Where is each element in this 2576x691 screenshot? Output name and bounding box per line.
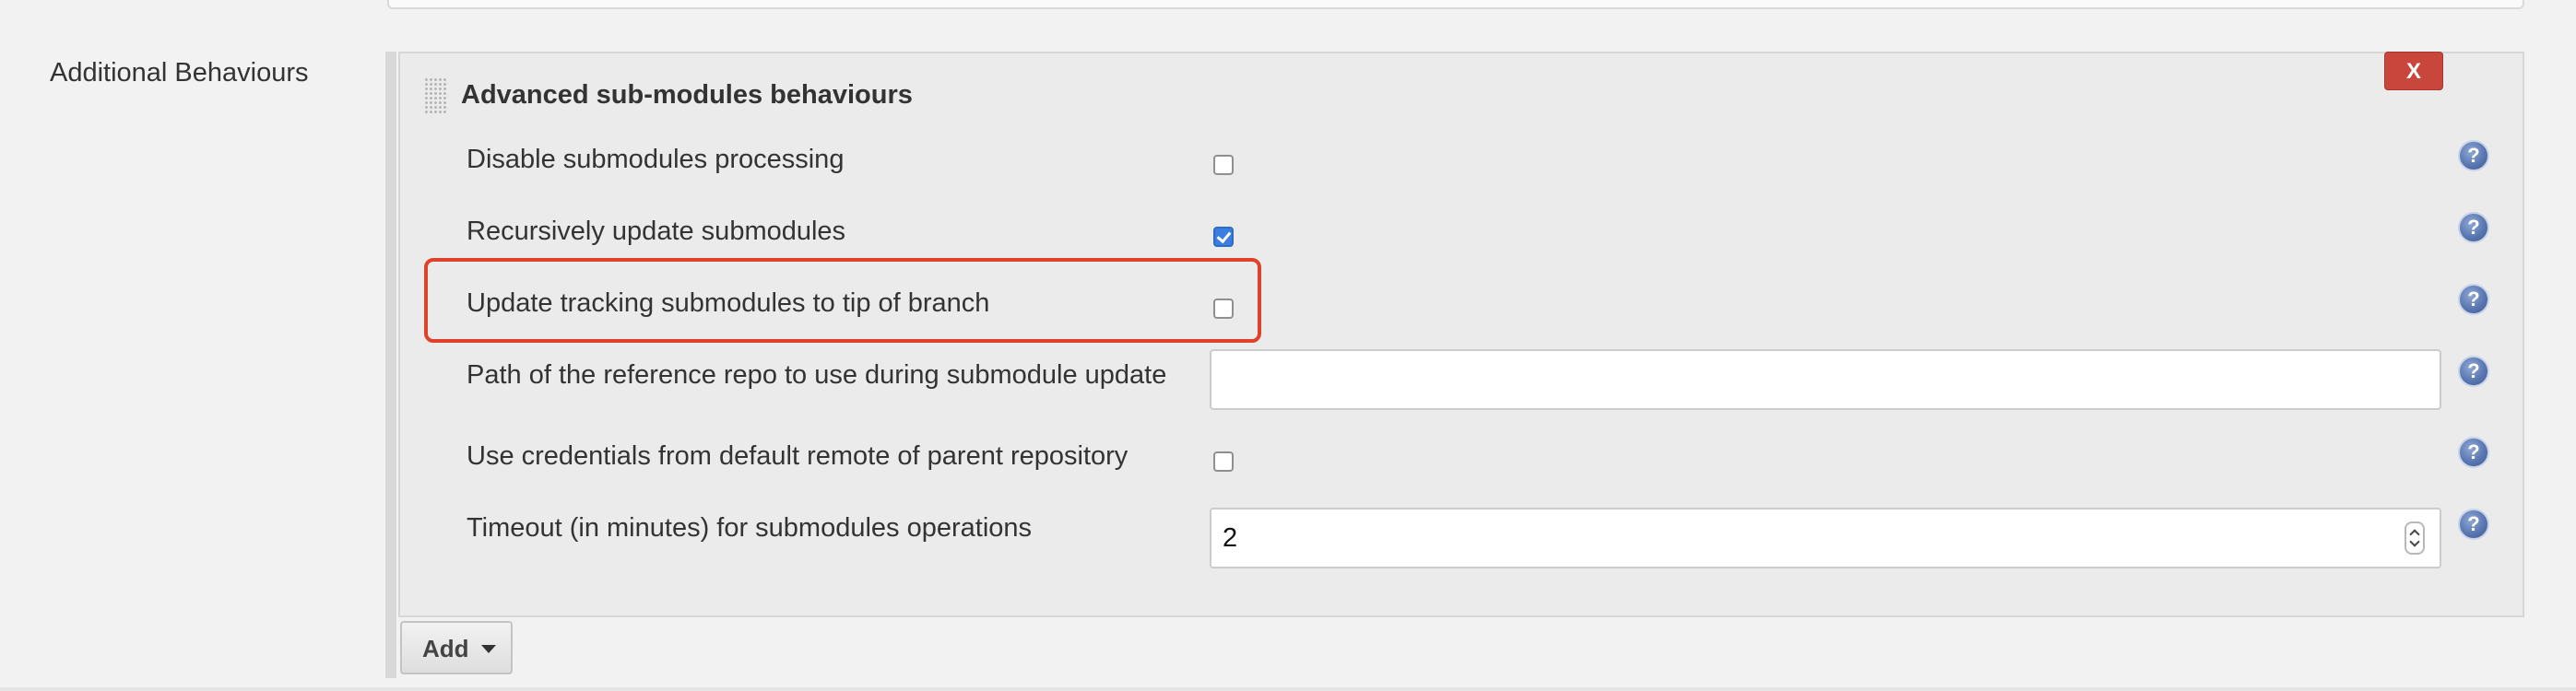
reference-repo-input[interactable] [1210, 349, 2441, 410]
timeout-input[interactable] [1210, 508, 2441, 568]
use-credentials-checkbox[interactable] [1213, 451, 1234, 472]
help-icon[interactable]: ? [2458, 356, 2489, 387]
use-credentials-label: Use credentials from default remote of p… [467, 441, 1128, 471]
reference-repo-label: Path of the reference repo to use during… [467, 360, 1167, 390]
section-left-bar [385, 52, 396, 678]
caret-down-icon [481, 645, 496, 653]
drag-handle-icon[interactable] [424, 77, 446, 114]
help-icon[interactable]: ? [2458, 212, 2489, 243]
recursive-update-checkbox[interactable] [1213, 227, 1234, 247]
disable-submodules-checkbox[interactable] [1213, 155, 1234, 175]
add-button-label: Add [422, 635, 469, 662]
bottom-divider [0, 687, 2576, 691]
help-icon[interactable]: ? [2458, 284, 2489, 315]
behaviour-title: Advanced sub-modules behaviours [461, 80, 913, 110]
section-label: Additional Behaviours [50, 58, 309, 88]
help-icon[interactable]: ? [2458, 509, 2489, 540]
add-behaviour-button[interactable]: Add [400, 621, 513, 674]
recursive-update-label: Recursively update submodules [467, 217, 846, 246]
timeout-label: Timeout (in minutes) for submodules oper… [467, 513, 1033, 543]
update-tracking-label: Update tracking submodules to tip of bra… [467, 288, 990, 318]
delete-behaviour-button[interactable]: X [2384, 52, 2443, 90]
previous-section-box [387, 0, 2524, 9]
update-tracking-checkbox[interactable] [1213, 299, 1234, 319]
help-icon[interactable]: ? [2458, 437, 2489, 468]
help-icon[interactable]: ? [2458, 140, 2489, 171]
chevron-down-icon[interactable] [2409, 536, 2420, 547]
timeout-stepper[interactable] [2405, 521, 2425, 555]
disable-submodules-label: Disable submodules processing [467, 145, 845, 174]
